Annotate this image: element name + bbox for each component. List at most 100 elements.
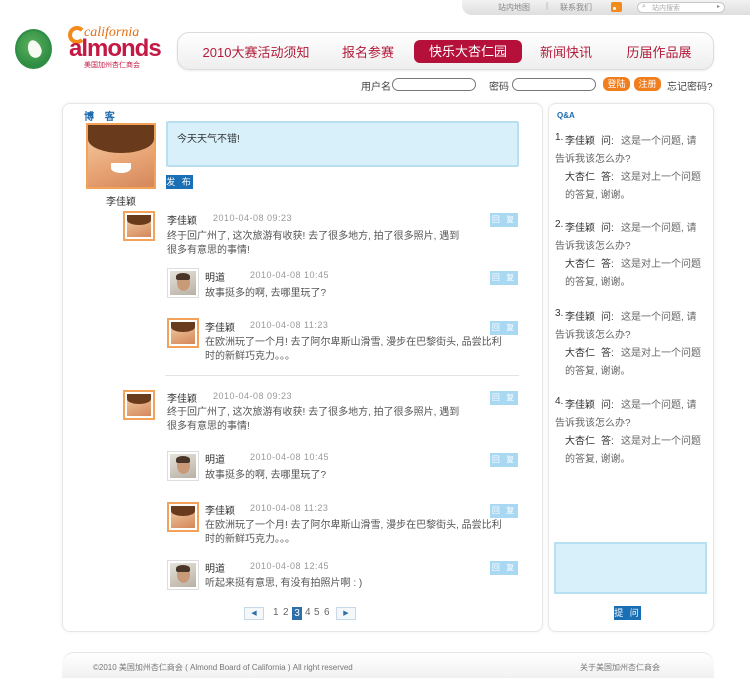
- reply-button[interactable]: 回 复: [490, 453, 518, 467]
- qa-asker[interactable]: 李佳颖: [565, 308, 595, 323]
- qa-question-line: 这是一个问题, 请: [621, 223, 697, 234]
- qa-number: 4.: [555, 396, 564, 407]
- reply-avatar[interactable]: [167, 502, 199, 532]
- pagination-page[interactable]: 6: [324, 607, 330, 618]
- user-avatar[interactable]: [86, 123, 156, 189]
- password-label: 密码: [489, 82, 509, 93]
- reply-button[interactable]: 回 复: [490, 391, 518, 405]
- comment-author[interactable]: 李佳颖: [167, 212, 197, 227]
- qa-answerer[interactable]: 大杏仁: [565, 168, 595, 183]
- nav-item-almond-garden[interactable]: 快乐大杏仁园: [414, 40, 522, 63]
- qa-number: 3.: [555, 308, 564, 319]
- comment-avatar[interactable]: [123, 390, 155, 420]
- reply-body-line: 听起来挺有意思, 有没有拍照片啊 : ): [205, 578, 363, 589]
- reply-button[interactable]: 回 复: [490, 504, 518, 518]
- reply-body-line: 时的新鲜巧克力。。。: [205, 534, 295, 545]
- qa-answer-tag: 答:: [601, 172, 614, 183]
- forgot-password-link[interactable]: 忘记密码?: [667, 78, 713, 93]
- pagination-next-button[interactable]: ▶: [336, 607, 356, 620]
- qa-answerer[interactable]: 大杏仁: [565, 432, 595, 447]
- comment-avatar[interactable]: [123, 211, 155, 241]
- blog-title: 博 客: [84, 112, 119, 123]
- nav-item-gallery[interactable]: 历届作品展: [620, 42, 698, 64]
- reply-button[interactable]: 回 复: [490, 213, 518, 227]
- password-input[interactable]: [512, 78, 596, 91]
- qa-answer-tag: 答:: [601, 348, 614, 359]
- pagination-page[interactable]: 4: [305, 607, 311, 618]
- qa-answer-line: 的答复, 谢谢。: [565, 277, 631, 288]
- publish-button[interactable]: 发 布: [166, 175, 193, 189]
- reply-body-line: 故事挺多的啊, 去哪里玩了?: [205, 470, 327, 481]
- qa-answer-tag: 答:: [601, 259, 614, 270]
- reply-button[interactable]: 回 复: [490, 271, 518, 285]
- reply-button[interactable]: 回 复: [490, 561, 518, 575]
- nav-item-signup[interactable]: 报名参赛: [336, 42, 400, 64]
- contact-link[interactable]: 联系我们: [560, 2, 592, 13]
- search-go-icon[interactable]: ▸: [717, 3, 720, 10]
- qa-answerer[interactable]: 大杏仁: [565, 344, 595, 359]
- reply-time: 2010-04-08 10:45: [250, 452, 330, 462]
- reply-body-line: 时的新鲜巧克力。。。: [205, 351, 295, 362]
- utility-separator: |: [546, 1, 549, 10]
- qa-question-line: 告诉我该怎么办?: [555, 418, 631, 429]
- sitemap-link[interactable]: 站内地图: [498, 2, 530, 13]
- reply-author[interactable]: 李佳颖: [205, 502, 235, 517]
- comment-body-line: 很多有意思的事情!: [167, 421, 250, 432]
- qa-question-line: 告诉我该怎么办?: [555, 330, 631, 341]
- qa-question-line: 告诉我该怎么办?: [555, 241, 631, 252]
- comment-time: 2010-04-08 09:23: [213, 391, 293, 401]
- reply-author[interactable]: 明道: [205, 451, 225, 466]
- footer-copyright: ©2010 美国加州杏仁商会 ( Almond Board of Califor…: [93, 663, 353, 672]
- reply-body-line: 故事挺多的啊, 去哪里玩了?: [205, 288, 327, 299]
- qa-asker[interactable]: 李佳颖: [565, 396, 595, 411]
- brand-emblem-icon[interactable]: [15, 29, 52, 69]
- qa-question-tag: 问:: [601, 312, 614, 323]
- comment-author[interactable]: 李佳颖: [167, 390, 197, 405]
- ask-button[interactable]: 提 问: [614, 606, 641, 620]
- qa-question-line: 告诉我该怎么办?: [555, 154, 631, 165]
- question-textarea[interactable]: [554, 542, 707, 594]
- rss-icon[interactable]: [611, 2, 622, 12]
- post-textarea[interactable]: 今天天气不错!: [166, 121, 519, 167]
- qa-question-tag: 问:: [601, 223, 614, 234]
- reply-author[interactable]: 李佳颖: [205, 319, 235, 334]
- reply-button[interactable]: 回 复: [490, 321, 518, 335]
- reply-avatar[interactable]: [167, 560, 199, 590]
- nav-item-rules[interactable]: 2010大赛活动须知: [196, 42, 316, 64]
- login-button[interactable]: 登陆: [603, 77, 630, 91]
- nav-item-news[interactable]: 新闻快讯: [534, 42, 598, 64]
- reply-avatar[interactable]: [167, 268, 199, 298]
- reply-avatar[interactable]: [167, 318, 199, 348]
- qa-asker[interactable]: 李佳颖: [565, 132, 595, 147]
- username-input[interactable]: [392, 78, 476, 91]
- comment-body-line: 终于回广州了, 这次旅游有收获! 去了很多地方, 拍了很多照片, 遇到: [167, 407, 460, 418]
- qa-answer-line: 的答复, 谢谢。: [565, 454, 631, 465]
- reply-time: 2010-04-08 10:45: [250, 270, 330, 280]
- qa-question-tag: 问:: [601, 400, 614, 411]
- pagination-page[interactable]: 2: [283, 607, 289, 618]
- site-search-input[interactable]: ⌕ 站内搜索 ▸: [637, 2, 725, 13]
- qa-number: 2.: [555, 219, 564, 230]
- reply-avatar[interactable]: [167, 451, 199, 481]
- pagination-prev-button[interactable]: ◀: [244, 607, 264, 620]
- qa-asker[interactable]: 李佳颖: [565, 219, 595, 234]
- username-label: 用户名: [361, 82, 391, 93]
- reply-author[interactable]: 明道: [205, 560, 225, 575]
- qa-answer-line: 的答复, 谢谢。: [565, 190, 631, 201]
- post-text: 今天天气不错!: [177, 134, 240, 145]
- qa-answer-line: 这是对上一个问题: [621, 436, 701, 447]
- logo-almonds[interactable]: almonds: [69, 35, 162, 63]
- qa-question-line: 这是一个问题, 请: [621, 136, 697, 147]
- pagination-page[interactable]: 1: [273, 607, 279, 618]
- user-name: 李佳颖: [106, 197, 136, 208]
- qa-question-tag: 问:: [601, 136, 614, 147]
- pagination-page-current[interactable]: 3: [292, 607, 302, 620]
- pagination-page[interactable]: 5: [314, 607, 320, 618]
- footer-about-link[interactable]: 关于美国加州杏仁商会: [580, 662, 660, 673]
- qa-answerer[interactable]: 大杏仁: [565, 255, 595, 270]
- reply-author[interactable]: 明道: [205, 269, 225, 284]
- register-button[interactable]: 注册: [634, 77, 661, 91]
- qa-question-line: 这是一个问题, 请: [621, 312, 697, 323]
- comment-body-line: 终于回广州了, 这次旅游有收获! 去了很多地方, 拍了很多照片, 遇到: [167, 231, 460, 242]
- reply-time: 2010-04-08 11:23: [250, 320, 329, 330]
